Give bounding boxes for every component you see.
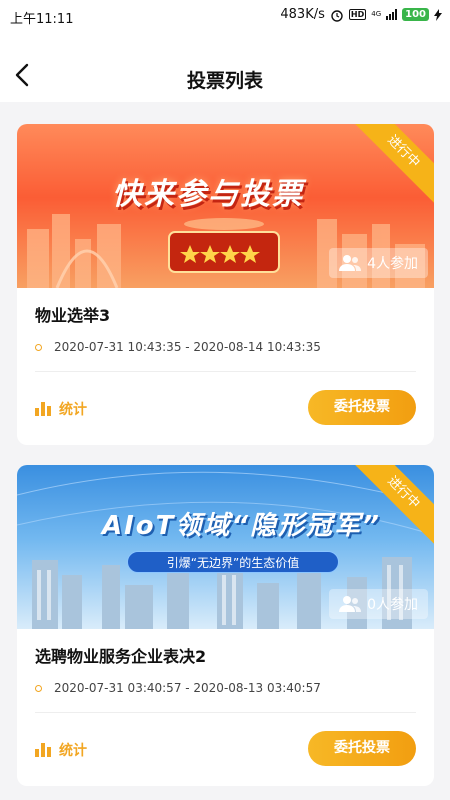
status-icons: 483K/s HD 4G 100: [280, 7, 442, 22]
bullet-icon: [35, 684, 42, 692]
divider: [35, 371, 416, 372]
banner-subheadline: 引爆“无边界”的生态价值: [127, 551, 339, 573]
signal-icon: [386, 9, 398, 20]
bar-chart-icon: [35, 743, 51, 757]
stats-link[interactable]: 统计: [35, 399, 87, 419]
charging-icon: [434, 8, 442, 21]
people-icon: [339, 596, 362, 612]
delegate-vote-button[interactable]: 委托投票: [308, 731, 416, 766]
divider: [35, 712, 416, 713]
banner-headline: AIoT领域“隐形冠军”: [102, 511, 381, 541]
stats-label: 统计: [59, 743, 87, 759]
vote-banner: AIoT领域“隐形冠军” 引爆“无边界”的生态价值 进行中 0人参加: [17, 465, 434, 629]
network-type: 4G: [371, 10, 382, 18]
vote-time-range: 2020-07-31 10:43:35 - 2020-08-14 10:43:3…: [54, 340, 321, 354]
participants-badge: 4人参加: [329, 248, 428, 278]
alarm-icon: [331, 9, 343, 22]
stats-link[interactable]: 统计: [35, 740, 87, 760]
participants-count: 4人参加: [367, 256, 418, 272]
people-icon: [339, 255, 362, 271]
status-time: 上午11:11: [10, 12, 74, 27]
network-speed: 483K/s: [280, 7, 325, 22]
battery-icon: 100: [402, 8, 429, 21]
bullet-icon: [35, 343, 42, 351]
vote-card[interactable]: AIoT领域“隐形冠军” 引爆“无边界”的生态价值 进行中 0人参加 选聘物业服…: [17, 465, 434, 786]
stats-label: 统计: [59, 402, 87, 418]
status-bar: 上午11:11 483K/s HD 4G 100: [0, 0, 450, 32]
delegate-vote-button[interactable]: 委托投票: [308, 390, 416, 425]
bar-chart-icon: [35, 402, 51, 416]
vote-card[interactable]: 快来参与投票 进行中 4人参加 物业选举3 2020-07-31 10:43:3…: [17, 124, 434, 445]
vote-name: 选聘物业服务企业表决2: [35, 647, 207, 666]
participants-count: 0人参加: [367, 597, 418, 613]
vote-time-row: 2020-07-31 03:40:57 - 2020-08-13 03:40:5…: [35, 681, 321, 695]
vote-banner: 快来参与投票 进行中 4人参加: [17, 124, 434, 288]
participants-badge: 0人参加: [329, 589, 428, 619]
hd-icon: HD: [348, 9, 367, 20]
app-header: 投票列表: [0, 32, 450, 102]
vote-name: 物业选举3: [35, 306, 111, 325]
vote-time-row: 2020-07-31 10:43:35 - 2020-08-14 10:43:3…: [35, 340, 321, 354]
page-title: 投票列表: [186, 70, 263, 92]
vote-time-range: 2020-07-31 03:40:57 - 2020-08-13 03:40:5…: [54, 681, 321, 695]
banner-headline: 快来参与投票: [112, 177, 304, 212]
